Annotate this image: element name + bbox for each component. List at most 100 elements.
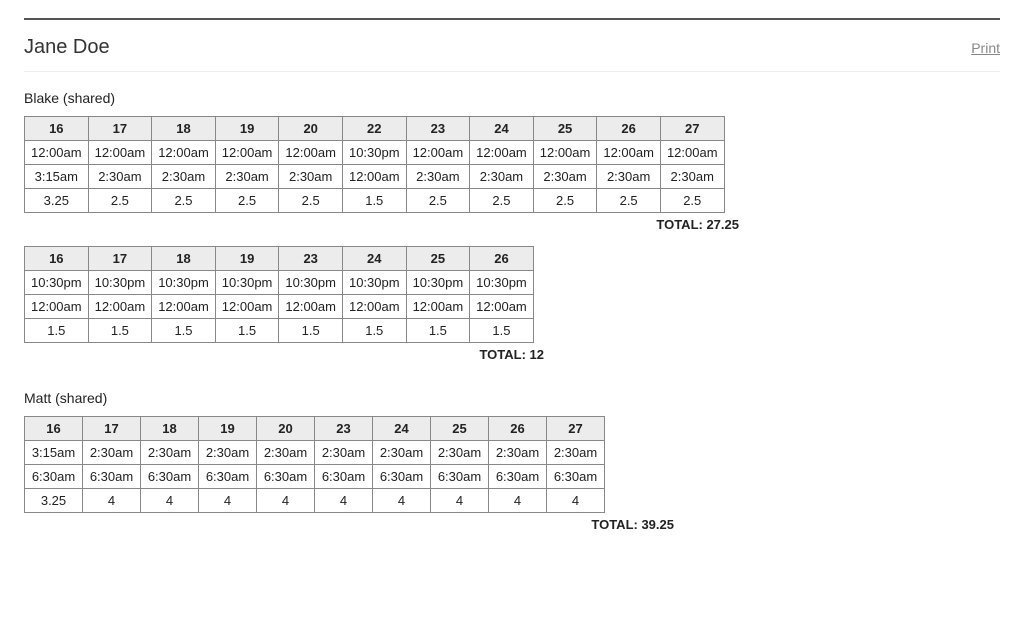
schedule-table-wrapper: 161718192324252610:30pm10:30pm10:30pm10:… (24, 246, 1000, 362)
table-cell: 12:00am (406, 141, 470, 165)
schedule-section: Blake (shared) 161718192022232425262712:0… (24, 90, 1000, 362)
table-cell: 1.5 (279, 319, 343, 343)
day-header: 25 (431, 417, 489, 441)
table-cell: 12:00am (660, 141, 724, 165)
table-cell: 12:00am (215, 295, 279, 319)
table-cell: 2:30am (597, 165, 661, 189)
table-cell: 12:00am (342, 165, 406, 189)
table-cell: 12:00am (152, 295, 216, 319)
table-cell: 3:15am (25, 441, 83, 465)
table-row: 3.25444444444 (25, 489, 605, 513)
table-cell: 2:30am (152, 165, 216, 189)
day-header: 24 (470, 117, 534, 141)
day-header: 25 (533, 117, 597, 141)
table-cell: 12:00am (88, 295, 152, 319)
day-header: 19 (199, 417, 257, 441)
schedule-section: Matt (shared)161718192023242526273:15am2… (24, 390, 1000, 532)
table-cell: 2:30am (470, 165, 534, 189)
day-header: 26 (470, 247, 534, 271)
table-cell: 4 (257, 489, 315, 513)
table-cell: 4 (199, 489, 257, 513)
table-cell: 12:00am (406, 295, 470, 319)
day-header: 17 (88, 117, 152, 141)
table-cell: 10:30pm (279, 271, 343, 295)
table-cell: 12:00am (597, 141, 661, 165)
table-row: 1.51.51.51.51.51.51.51.5 (25, 319, 534, 343)
schedule-table: 161718192022232425262712:00am12:00am12:0… (24, 116, 725, 213)
table-cell: 12:00am (25, 295, 89, 319)
table-cell: 10:30pm (406, 271, 470, 295)
table-total: TOTAL: 27.25 (24, 217, 739, 232)
table-cell: 10:30pm (25, 271, 89, 295)
day-header: 24 (342, 247, 406, 271)
table-cell: 2.5 (470, 189, 534, 213)
table-cell: 3.25 (25, 489, 83, 513)
day-header: 18 (152, 247, 216, 271)
table-cell: 6:30am (315, 465, 373, 489)
table-cell: 2:30am (315, 441, 373, 465)
day-header: 25 (406, 247, 470, 271)
table-cell: 2:30am (83, 441, 141, 465)
table-cell: 10:30pm (342, 271, 406, 295)
table-row: 3:15am2:30am2:30am2:30am2:30am12:00am2:3… (25, 165, 725, 189)
table-cell: 6:30am (141, 465, 199, 489)
table-cell: 12:00am (470, 141, 534, 165)
table-cell: 2:30am (279, 165, 343, 189)
table-cell: 2.5 (533, 189, 597, 213)
table-cell: 4 (373, 489, 431, 513)
table-cell: 1.5 (152, 319, 216, 343)
table-cell: 10:30pm (152, 271, 216, 295)
table-cell: 12:00am (88, 141, 152, 165)
table-header-row: 16171819202324252627 (25, 417, 605, 441)
table-header-row: 1617181923242526 (25, 247, 534, 271)
table-cell: 12:00am (279, 295, 343, 319)
day-header: 18 (152, 117, 216, 141)
table-cell: 4 (547, 489, 605, 513)
table-cell: 6:30am (431, 465, 489, 489)
table-cell: 10:30pm (215, 271, 279, 295)
table-cell: 4 (315, 489, 373, 513)
table-cell: 3:15am (25, 165, 89, 189)
table-cell: 10:30pm (470, 271, 534, 295)
table-cell: 1.5 (88, 319, 152, 343)
table-cell: 4 (431, 489, 489, 513)
day-header: 23 (315, 417, 373, 441)
schedule-table-wrapper: 161718192023242526273:15am2:30am2:30am2:… (24, 416, 1000, 532)
table-cell: 6:30am (257, 465, 315, 489)
table-total: TOTAL: 12 (24, 347, 544, 362)
schedule-table: 161718192023242526273:15am2:30am2:30am2:… (24, 416, 605, 513)
table-cell: 2:30am (489, 441, 547, 465)
table-cell: 12:00am (215, 141, 279, 165)
table-cell: 12:00am (470, 295, 534, 319)
table-row: 3.252.52.52.52.51.52.52.52.52.52.5 (25, 189, 725, 213)
header: Jane Doe Print (24, 20, 1000, 72)
table-cell: 6:30am (489, 465, 547, 489)
print-link[interactable]: Print (971, 40, 1000, 56)
table-cell: 1.5 (470, 319, 534, 343)
schedule-table-wrapper: 161718192022232425262712:00am12:00am12:0… (24, 116, 1000, 232)
day-header: 17 (88, 247, 152, 271)
table-cell: 2:30am (88, 165, 152, 189)
table-row: 10:30pm10:30pm10:30pm10:30pm10:30pm10:30… (25, 271, 534, 295)
table-row: 12:00am12:00am12:00am12:00am12:00am10:30… (25, 141, 725, 165)
table-cell: 2.5 (597, 189, 661, 213)
table-cell: 12:00am (152, 141, 216, 165)
table-cell: 12:00am (279, 141, 343, 165)
table-cell: 1.5 (406, 319, 470, 343)
table-cell: 2.5 (152, 189, 216, 213)
table-cell: 2.5 (279, 189, 343, 213)
table-cell: 6:30am (547, 465, 605, 489)
day-header: 23 (406, 117, 470, 141)
day-header: 16 (25, 247, 89, 271)
section-title: Blake (shared) (24, 90, 1000, 106)
day-header: 26 (597, 117, 661, 141)
day-header: 27 (660, 117, 724, 141)
table-cell: 1.5 (215, 319, 279, 343)
day-header: 19 (215, 247, 279, 271)
table-cell: 2:30am (660, 165, 724, 189)
table-cell: 4 (489, 489, 547, 513)
table-cell: 2:30am (406, 165, 470, 189)
day-header: 18 (141, 417, 199, 441)
day-header: 16 (25, 117, 89, 141)
table-total: TOTAL: 39.25 (24, 517, 674, 532)
